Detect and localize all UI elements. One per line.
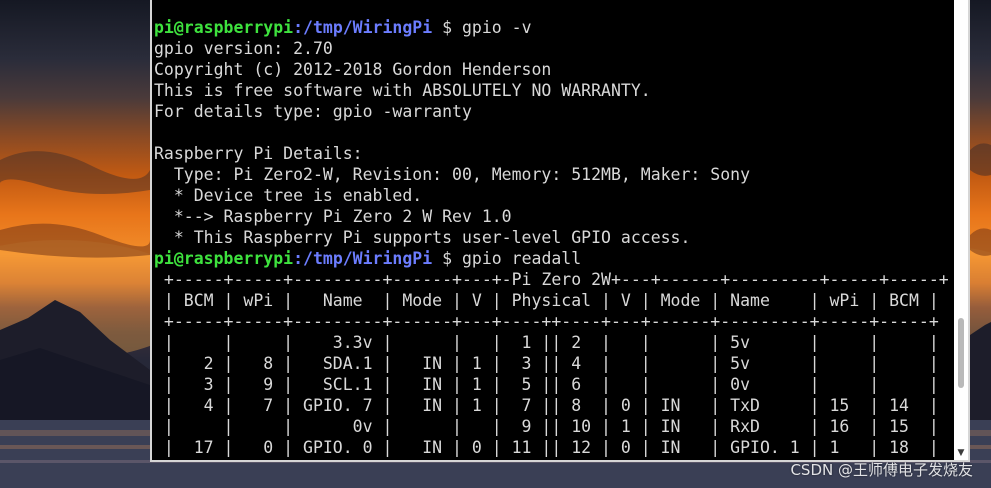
terminal-output-line: * This Raspberry Pi supports user-level … [154, 228, 691, 247]
terminal-output[interactable]: pi@raspberrypi:/tmp/WiringPi $ gpio -v gp… [154, 17, 952, 458]
terminal-output-line: | 4 | 7 | GPIO. 7 | IN | 1 | 7 || 8 | 0 … [154, 396, 939, 415]
terminal-output-line: * Device tree is enabled. [154, 186, 423, 205]
terminal-output-line: Raspberry Pi Details: [154, 144, 363, 163]
terminal-output-line: | | | 0v | | | 9 || 10 | 1 | IN | RxD | … [154, 417, 939, 436]
terminal-output-line: | 2 | 8 | SDA.1 | IN | 1 | 3 || 4 | | | … [154, 354, 939, 373]
terminal-output-line: +-----+-----+---------+------+---+----++… [154, 312, 939, 331]
prompt-symbol: $ [432, 18, 462, 37]
prompt-command: gpio readall [461, 249, 582, 268]
terminal-window[interactable]: pi@raspberrypi:/tmp/WiringPi $ gpio -v gp… [150, 0, 970, 462]
vertical-scrollbar[interactable]: ▼ [954, 0, 968, 460]
terminal-output-line: Copyright (c) 2012-2018 Gordon Henderson [154, 60, 552, 79]
csdn-watermark: CSDN @王师傅电子发烧友 [790, 461, 973, 479]
terminal-output-line: | 3 | 9 | SCL.1 | IN | 1 | 5 || 6 | | | … [154, 375, 939, 394]
terminal-output-line: | 17 | 0 | GPIO. 0 | IN | 0 | 11 || 12 |… [154, 438, 939, 457]
terminal-output-line: | | | 3.3v | | | 1 || 2 | | | 5v | | | [154, 333, 939, 352]
terminal-prompt-line: pi@raspberrypi:/tmp/WiringPi $ gpio read… [154, 248, 952, 269]
terminal-output-line: Type: Pi Zero2-W, Revision: 00, Memory: … [154, 165, 751, 184]
terminal-output-line: | BCM | wPi | Name | Mode | V | Physical… [154, 291, 939, 310]
prompt-user-host: pi@raspberrypi [154, 249, 294, 268]
terminal-output-line: gpio version: 2.70 [154, 39, 333, 58]
scrollbar-thumb[interactable] [958, 318, 964, 388]
prompt-symbol: $ [432, 249, 462, 268]
terminal-output-line: *--> Raspberry Pi Zero 2 W Rev 1.0 [154, 207, 512, 226]
prompt-command: gpio -v [461, 18, 532, 37]
terminal-prompt-line: pi@raspberrypi:/tmp/WiringPi $ gpio -v [154, 17, 952, 38]
terminal-output-line: +-----+-----+---------+------+---+-Pi Ze… [154, 270, 949, 289]
scroll-down-arrow-icon[interactable]: ▼ [956, 449, 966, 458]
prompt-user-host: pi@raspberrypi [154, 18, 294, 37]
terminal-output-line: For details type: gpio -warranty [154, 102, 472, 121]
prompt-path: :/tmp/WiringPi [293, 18, 433, 37]
prompt-path: :/tmp/WiringPi [293, 249, 433, 268]
terminal-output-line: This is free software with ABSOLUTELY NO… [154, 81, 651, 100]
